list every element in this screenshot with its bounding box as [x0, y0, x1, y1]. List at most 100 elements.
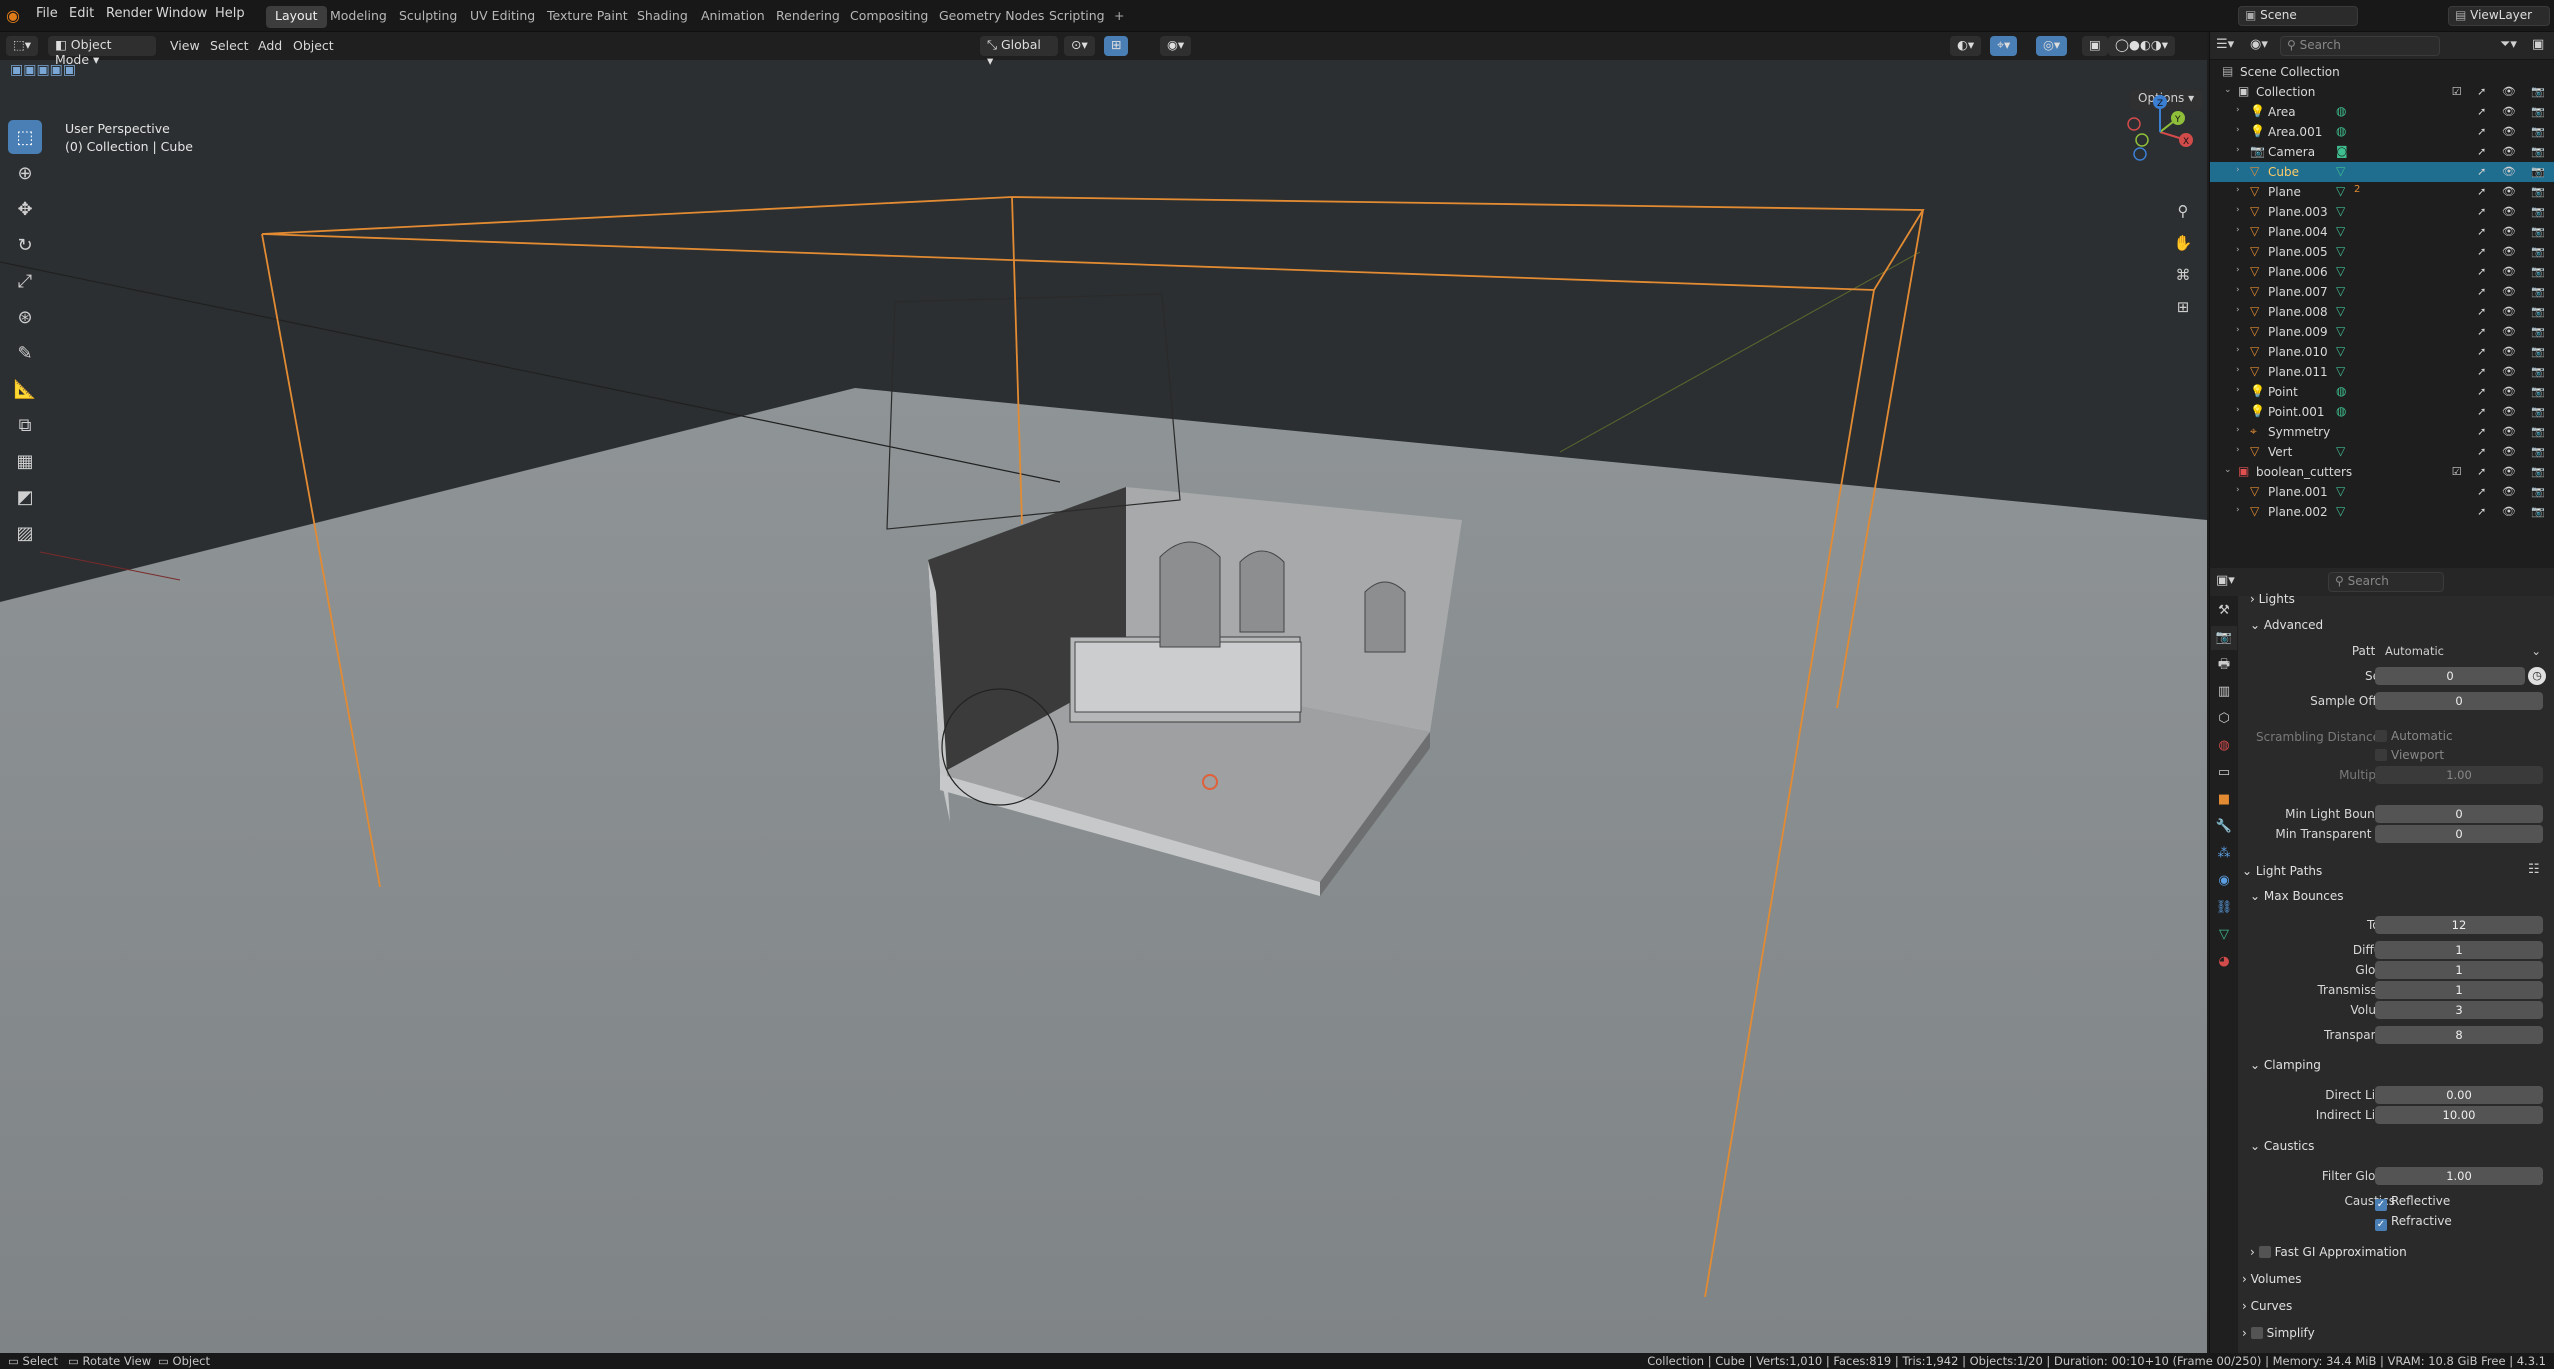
shear-icon[interactable]: ◩ [8, 480, 42, 514]
blender-logo-icon[interactable]: ◉ [6, 7, 24, 25]
object-data-icon[interactable]: ▽ [2336, 164, 2345, 178]
seed-clock-icon[interactable]: ◷ [2528, 667, 2546, 685]
proportional-icon[interactable]: ◉▾ [1160, 36, 1192, 56]
object-data-icon[interactable]: ▽ [2336, 324, 2345, 338]
pattern-dropdown[interactable]: Automatic ⌄ [2375, 642, 2545, 660]
tab-layout[interactable]: Layout [266, 6, 327, 28]
menu-add[interactable]: Add [258, 38, 282, 53]
simplify-section[interactable]: › Simplify [2242, 1326, 2315, 1340]
restriction-toggles-icon[interactable]: ➚ 👁 📷 [2477, 425, 2551, 438]
tab-geometry-nodes[interactable]: Geometry Nodes [930, 6, 1053, 28]
outliner-row[interactable]: › ▽ Plane.001 ▽ ➚ 👁 📷 [2210, 482, 2554, 502]
object-data-icon[interactable]: ▽ [2336, 344, 2345, 358]
expand-arrow-icon[interactable]: › [2236, 505, 2240, 515]
menu-select[interactable]: Select [210, 38, 249, 53]
view-layer-tab-icon[interactable]: ▥ [2211, 680, 2237, 704]
expand-arrow-icon[interactable]: › [2236, 285, 2240, 295]
expand-arrow-icon[interactable]: › [2236, 165, 2240, 175]
data-tab-icon[interactable]: ▽ [2211, 923, 2237, 947]
annotate-icon[interactable]: ✎ [8, 336, 42, 370]
modifier-tab-icon[interactable]: 🔧 [2211, 815, 2237, 839]
snap-icon[interactable]: ⊞ [1104, 36, 1129, 56]
restriction-toggles-icon[interactable]: ➚ 👁 📷 [2477, 505, 2551, 518]
volume-field[interactable]: 3 [2375, 1001, 2543, 1019]
expand-arrow-icon[interactable]: › [2236, 425, 2240, 435]
tab-rendering[interactable]: Rendering [767, 6, 849, 28]
diffuse-field[interactable]: 1 [2375, 941, 2543, 959]
restriction-toggles-icon[interactable]: ➚ 👁 📷 [2477, 165, 2551, 178]
expand-arrow-icon[interactable]: › [2236, 225, 2240, 235]
outliner-row[interactable]: › 💡 Point.001 ◍ ➚ 👁 📷 [2210, 402, 2554, 422]
object-data-icon[interactable]: ▽ [2336, 444, 2345, 458]
orientation-dropdown[interactable]: ⤡ Global ▾ [980, 36, 1058, 68]
lights-section[interactable]: › Lights [2250, 592, 2295, 606]
object-data-icon[interactable]: ▽ [2336, 204, 2345, 218]
object-data-icon[interactable]: ▽ [2336, 264, 2345, 278]
transparent-field[interactable]: 8 [2375, 1026, 2543, 1044]
tab-shading[interactable]: Shading [628, 6, 697, 28]
multiplier-field[interactable]: 1.00 [2375, 766, 2543, 784]
tool-tab-icon[interactable]: ⚒ [2211, 599, 2237, 623]
scene-tab-icon[interactable]: ⬡ [2211, 707, 2237, 731]
outliner-editor-icon[interactable]: ☰▾ [2216, 37, 2234, 52]
transform-icon[interactable]: ⊛ [8, 300, 42, 334]
outliner-row[interactable]: › ▽ Plane.009 ▽ ➚ 👁 📷 [2210, 322, 2554, 342]
object-data-icon[interactable]: ◍ [2336, 124, 2346, 138]
expand-arrow-icon[interactable]: › [2236, 365, 2240, 375]
display-mode-icon[interactable]: ◉▾ [2250, 37, 2268, 52]
overlay-icon[interactable]: ◎▾ [2036, 36, 2068, 56]
object-data-icon[interactable]: ▽ [2336, 304, 2345, 318]
tab-sculpting[interactable]: Sculpting [390, 6, 466, 28]
outliner-row[interactable]: › ▽ Plane.006 ▽ ➚ 👁 📷 [2210, 262, 2554, 282]
reflective-checkbox[interactable]: ✓ Reflective [2375, 1194, 2450, 1211]
min-transparent-field[interactable]: 0 [2375, 825, 2543, 843]
visibility-icon[interactable]: ◐▾ [1950, 36, 1982, 56]
extrude-icon[interactable]: ▦ [8, 444, 42, 478]
restriction-toggles-icon[interactable]: ➚ 👁 📷 [2477, 145, 2551, 158]
outliner-row[interactable]: › 💡 Area ◍ ➚ 👁 📷 [2210, 102, 2554, 122]
properties-editor-icon[interactable]: ▣▾ [2216, 573, 2235, 588]
outliner-row[interactable]: › ▽ Cube ▽ ➚ 👁 📷 [2210, 162, 2554, 182]
indirect-light-field[interactable]: 10.00 [2375, 1106, 2543, 1124]
cursor-icon[interactable]: ⊕ [8, 156, 42, 190]
pan-hand-icon[interactable]: ✋ [2170, 234, 2196, 260]
expand-arrow-icon[interactable]: › [2236, 445, 2240, 455]
menu-render[interactable]: Render [106, 6, 152, 21]
simplify-checkbox[interactable] [2250, 1326, 2267, 1340]
expand-arrow-icon[interactable]: › [2236, 245, 2240, 255]
restriction-toggles-icon[interactable]: ➚ 👁 📷 [2477, 245, 2551, 258]
restriction-toggles-icon[interactable]: ➚ 👁 📷 [2477, 285, 2551, 298]
object-tab-icon[interactable]: ■ [2211, 788, 2237, 812]
add-workspace-button[interactable]: + [1105, 6, 1133, 28]
object-data-icon[interactable]: ▽ [2336, 504, 2345, 518]
expand-arrow-icon[interactable]: › [2236, 325, 2240, 335]
object-data-icon[interactable]: ◍ [2336, 104, 2346, 118]
restriction-toggles-icon[interactable]: ➚ 👁 📷 [2477, 265, 2551, 278]
grid-view-icon[interactable]: ⊞ [2170, 298, 2196, 324]
menu-object[interactable]: Object [293, 38, 334, 53]
restriction-toggles-icon[interactable]: ➚ 👁 📷 [2477, 445, 2551, 458]
tab-uv-editing[interactable]: UV Editing [461, 6, 544, 28]
shading-modes-icon[interactable]: ◯●◐◑▾ [2108, 36, 2175, 56]
xray-icon[interactable]: ▣ [2082, 36, 2108, 56]
outliner-row[interactable]: › ▽ Plane ▽ 2 ➚ 👁 📷 [2210, 182, 2554, 202]
camera-view-icon[interactable]: ⌘ [2170, 266, 2196, 292]
expand-arrow-icon[interactable]: ⌄ [2224, 85, 2232, 95]
filter-glossy-field[interactable]: 1.00 [2375, 1167, 2543, 1185]
restriction-toggles-icon[interactable]: ➚ 👁 📷 [2477, 385, 2551, 398]
tab-texture-paint[interactable]: Texture Paint [538, 6, 637, 28]
render-tab-icon[interactable]: 📷 [2211, 626, 2237, 650]
outliner-row[interactable]: ⌄ ▣ boolean_cutters ☑ ➚ 👁 📷 [2210, 462, 2554, 482]
restriction-toggles-icon[interactable]: ☑ ➚ 👁 📷 [2452, 465, 2551, 478]
expand-arrow-icon[interactable]: ⌄ [2224, 465, 2232, 475]
restriction-toggles-icon[interactable]: ➚ 👁 📷 [2477, 125, 2551, 138]
expand-arrow-icon[interactable]: › [2236, 305, 2240, 315]
constraints-tab-icon[interactable]: ⛓ [2211, 896, 2237, 920]
scene-collection-row[interactable]: ▤ Scene Collection [2210, 62, 2554, 82]
scrambling-viewport-checkbox[interactable]: Viewport [2375, 748, 2444, 762]
mode-dropdown[interactable]: ◧ Object Mode ▾ [48, 36, 156, 67]
particles-tab-icon[interactable]: ⁂ [2211, 842, 2237, 866]
outliner-row[interactable]: › ▽ Vert ▽ ➚ 👁 📷 [2210, 442, 2554, 462]
scene-selector[interactable]: ▣ Scene [2238, 6, 2358, 26]
outliner-row[interactable]: › 📷 Camera ◙ ➚ 👁 📷 [2210, 142, 2554, 162]
